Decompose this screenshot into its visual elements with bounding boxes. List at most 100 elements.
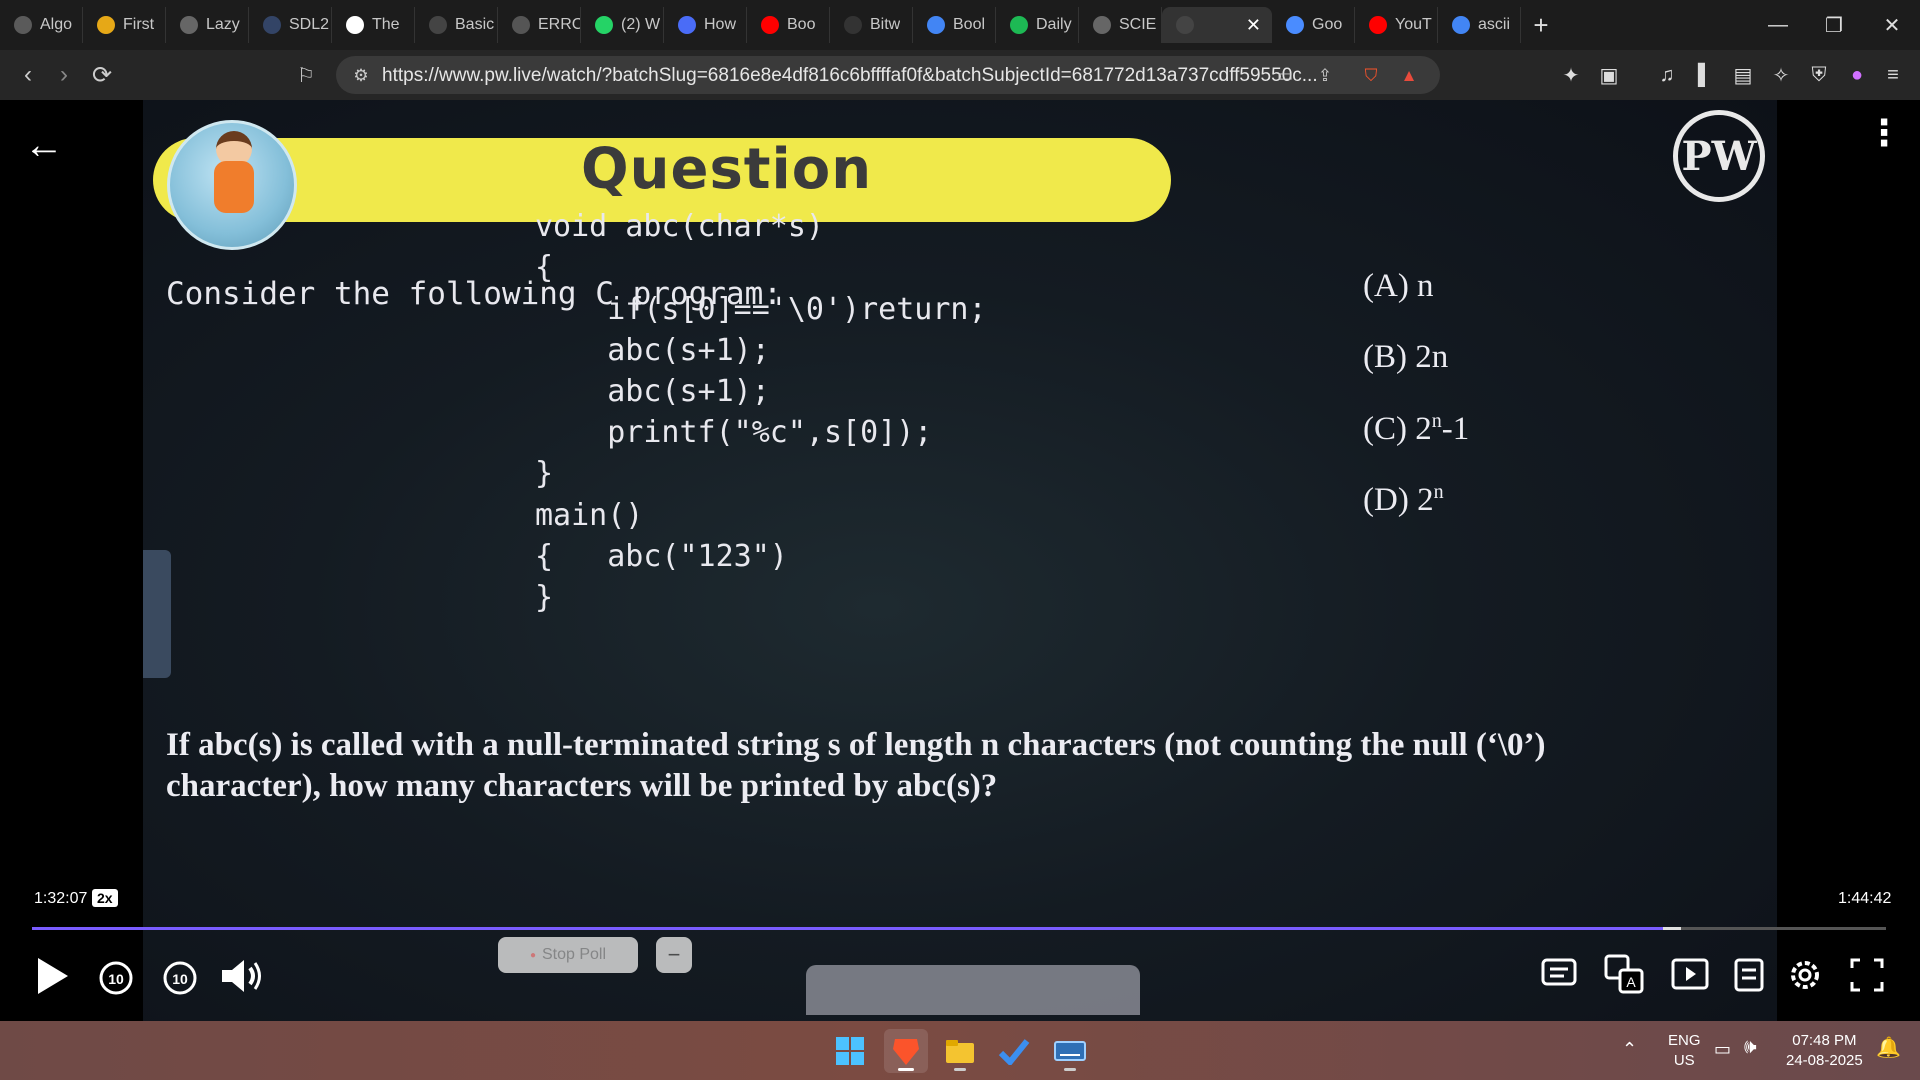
url-text[interactable]: https://www.pw.live/watch/?batchSlug=681… bbox=[382, 65, 1318, 87]
close-window-icon[interactable]: ✕ bbox=[1864, 0, 1920, 50]
tab-sdl2[interactable]: SDL2 bbox=[249, 7, 332, 43]
tab-boo[interactable]: Boo bbox=[747, 7, 830, 43]
tab-title: First bbox=[123, 16, 155, 33]
wallet-icon[interactable]: ▤ bbox=[1730, 62, 1756, 88]
code-line: printf("%c",s[0]); bbox=[535, 415, 933, 450]
side-panel-handle[interactable] bbox=[143, 550, 171, 678]
tab-bitw[interactable]: Bitw bbox=[830, 7, 913, 43]
tab-errc[interactable]: ERRC bbox=[498, 7, 581, 43]
show-hidden-icons[interactable]: ⌃ bbox=[1622, 1039, 1637, 1059]
svg-text:10: 10 bbox=[172, 971, 188, 987]
globe-icon bbox=[180, 16, 198, 34]
forward-10-icon[interactable]: 10 bbox=[160, 956, 200, 996]
tab-title: SCIE bbox=[1119, 16, 1157, 33]
site-settings-icon[interactable]: ⚙ bbox=[350, 65, 372, 87]
sidebar-icon[interactable]: ▌ bbox=[1692, 62, 1718, 88]
chat-icon[interactable] bbox=[1540, 956, 1578, 994]
share-icon[interactable]: ⇪ bbox=[1314, 65, 1336, 87]
seek-bar-buffered bbox=[1662, 927, 1681, 930]
settings-icon[interactable] bbox=[1786, 956, 1824, 994]
svg-text:10: 10 bbox=[108, 971, 124, 987]
menu-icon[interactable]: ≡ bbox=[1880, 62, 1906, 88]
tab-scie[interactable]: SCIE bbox=[1079, 7, 1162, 43]
option-b: (B) 2n bbox=[1363, 339, 1448, 376]
close-tab-icon[interactable]: ✕ bbox=[1246, 15, 1261, 36]
extensions-icon[interactable]: ✦ bbox=[1558, 62, 1584, 88]
pw-favicon-icon bbox=[1176, 16, 1194, 34]
cast-icon[interactable]: ▭ bbox=[1274, 65, 1296, 87]
sdl-icon bbox=[263, 16, 281, 34]
tab-goo[interactable]: Goo bbox=[1272, 7, 1355, 43]
clock[interactable]: 07:48 PM 24-08-2025 bbox=[1786, 1031, 1863, 1071]
network-icon[interactable]: ▭ bbox=[1714, 1039, 1731, 1059]
todo-icon[interactable] bbox=[992, 1029, 1036, 1073]
tab-yout[interactable]: YouT bbox=[1355, 7, 1438, 43]
brave-rewards-icon[interactable]: ▲ bbox=[1398, 65, 1420, 87]
more-options-icon[interactable]: ⋮ bbox=[1866, 115, 1902, 151]
fullscreen-icon[interactable] bbox=[1850, 958, 1884, 992]
stop-poll-button[interactable]: ● Stop Poll bbox=[498, 937, 638, 973]
notifications-icon[interactable]: 🔔 bbox=[1876, 1038, 1901, 1058]
play-icon[interactable] bbox=[36, 956, 70, 996]
collapse-poll-button[interactable]: − bbox=[656, 937, 692, 973]
tab-title: YouT bbox=[1395, 16, 1432, 33]
keyboard-icon[interactable] bbox=[1048, 1029, 1092, 1073]
speaker-icon[interactable]: 🕪 bbox=[1744, 1037, 1757, 1057]
leo-icon[interactable]: ✧ bbox=[1768, 62, 1794, 88]
minimize-icon[interactable]: — bbox=[1750, 0, 1806, 50]
tab-ascii[interactable]: ascii bbox=[1438, 7, 1521, 43]
tab-bool[interactable]: Bool bbox=[913, 7, 996, 43]
profile-icon[interactable]: ● bbox=[1844, 62, 1870, 88]
forward-icon[interactable]: › bbox=[48, 59, 80, 91]
seek-bar[interactable] bbox=[32, 927, 1886, 930]
seek-bar-played bbox=[32, 927, 1663, 930]
new-tab-button[interactable]: + bbox=[1521, 7, 1561, 43]
restore-icon[interactable]: ❐ bbox=[1806, 0, 1862, 50]
tab-first[interactable]: First bbox=[83, 7, 166, 43]
media-icon[interactable]: ♫ bbox=[1654, 62, 1680, 88]
address-bar[interactable]: ⚙ https://www.pw.live/watch/?batchSlug=6… bbox=[336, 56, 1440, 94]
notes-icon[interactable] bbox=[1732, 952, 1768, 994]
option-a: (A) n bbox=[1363, 268, 1434, 305]
bookmark-icon[interactable]: ⚐ bbox=[290, 59, 322, 91]
origin-icon bbox=[844, 16, 862, 34]
reader-icon[interactable]: ▣ bbox=[1596, 62, 1622, 88]
question-text: If abc(s) is called with a null-terminat… bbox=[166, 727, 1546, 804]
code-line: main() bbox=[535, 498, 644, 533]
start-icon[interactable] bbox=[828, 1029, 872, 1073]
brave-browser-icon[interactable] bbox=[884, 1029, 928, 1073]
tab-basic[interactable]: Basic bbox=[415, 7, 498, 43]
tab-title: Bitw bbox=[870, 16, 901, 33]
language-indicator[interactable]: ENG US bbox=[1668, 1031, 1701, 1071]
back-icon[interactable]: ‹ bbox=[12, 59, 44, 91]
lecture-slide: Question PW Consider the following C pro… bbox=[143, 100, 1777, 1021]
playback-speed[interactable]: 2x bbox=[92, 889, 118, 907]
brave-shields-icon[interactable]: ⛉ bbox=[1360, 65, 1382, 87]
tab-how[interactable]: How bbox=[664, 7, 747, 43]
file-explorer-icon[interactable] bbox=[938, 1029, 982, 1073]
tab-lazy[interactable]: Lazy bbox=[166, 7, 249, 43]
back-arrow-icon[interactable]: ← bbox=[24, 123, 64, 168]
tab-title: Algo bbox=[40, 16, 73, 33]
tab-daily[interactable]: Daily bbox=[996, 7, 1079, 43]
option-d: (D) 2n bbox=[1363, 481, 1444, 519]
drawing-toolbar[interactable] bbox=[806, 965, 1140, 1015]
option-c: (C) 2n-1 bbox=[1363, 410, 1469, 448]
spotify-icon bbox=[1010, 16, 1028, 34]
video-player[interactable]: Question PW Consider the following C pro… bbox=[0, 100, 1920, 1021]
tab-active-pw[interactable]: ✕ bbox=[1162, 7, 1272, 43]
translate-icon[interactable]: A bbox=[1604, 954, 1644, 994]
tab-algo[interactable]: Algo bbox=[0, 7, 83, 43]
tab-title: Basic bbox=[455, 16, 495, 33]
tab-the[interactable]: The bbox=[332, 7, 415, 43]
vpn-icon[interactable]: ⛨ bbox=[1806, 62, 1832, 88]
volume-icon[interactable] bbox=[220, 956, 264, 996]
tab--2-w[interactable]: (2) W bbox=[581, 7, 664, 43]
tab-title: Goo bbox=[1312, 16, 1343, 33]
option-tail: -1 bbox=[1441, 411, 1470, 447]
code-icon bbox=[429, 16, 447, 34]
pip-icon[interactable] bbox=[1670, 956, 1710, 994]
reload-icon[interactable]: ⟳ bbox=[86, 59, 118, 91]
rewind-10-icon[interactable]: 10 bbox=[96, 956, 136, 996]
tab-title: The bbox=[372, 16, 400, 33]
